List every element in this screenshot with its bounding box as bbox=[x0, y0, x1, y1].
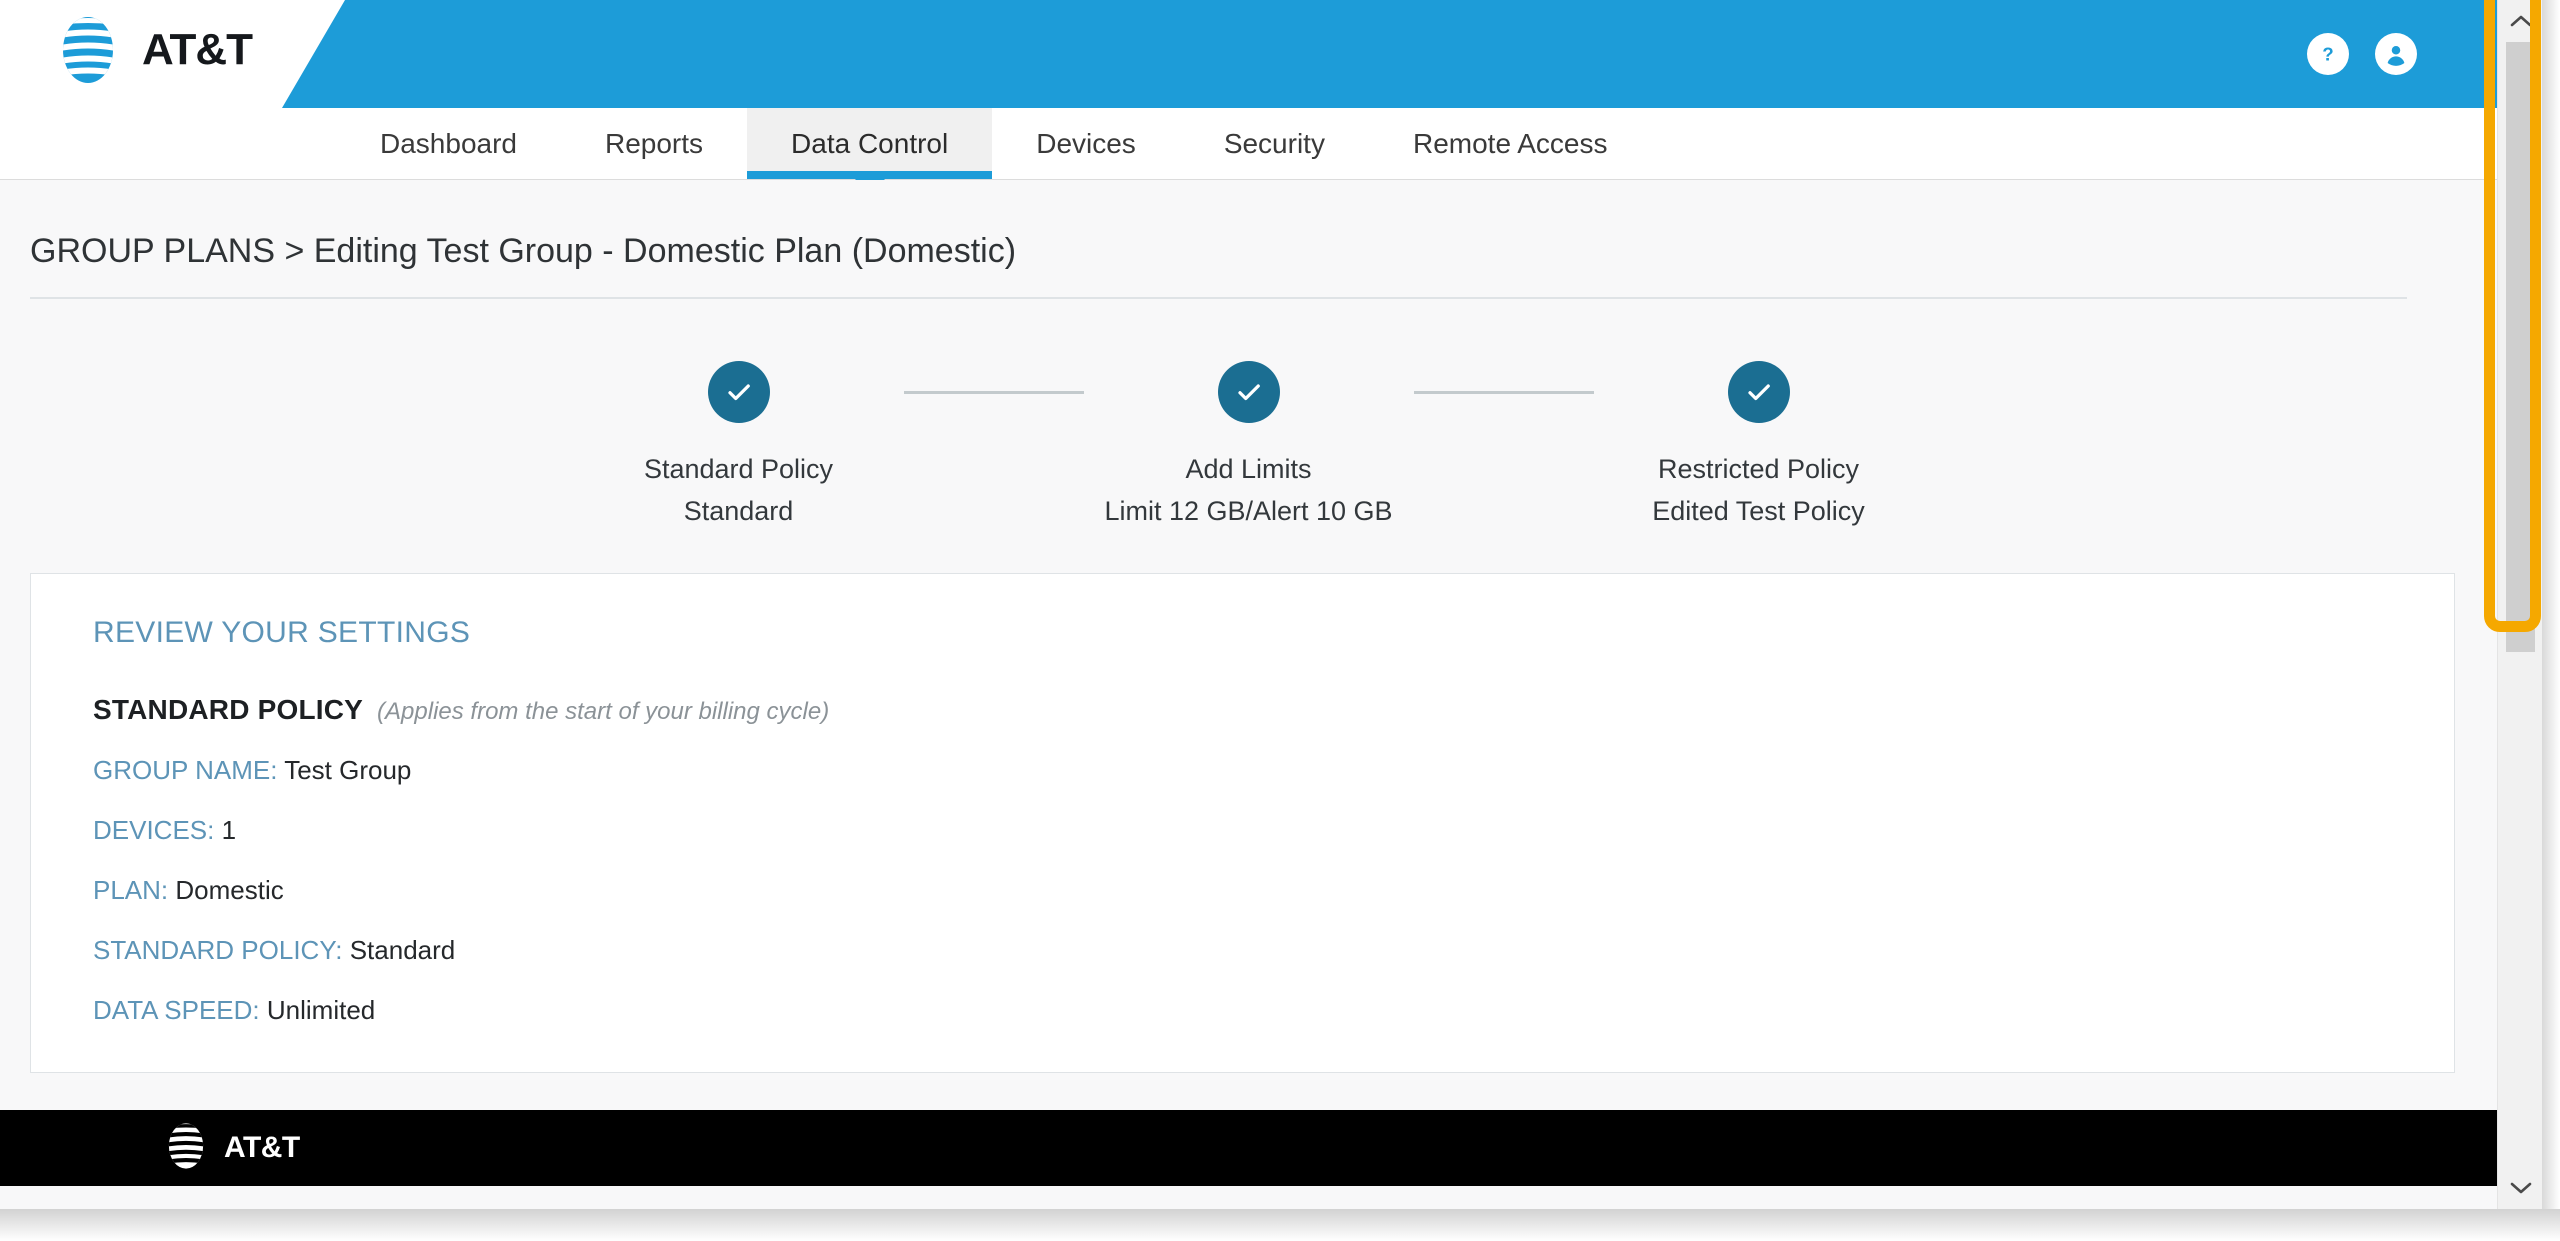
app-footer: AT&T bbox=[0, 1110, 2497, 1186]
app-header: AT&T ? bbox=[0, 0, 2497, 108]
policy-heading-label: STANDARD POLICY bbox=[93, 693, 364, 725]
att-logo[interactable]: AT&T bbox=[50, 12, 253, 88]
step-labels: Restricted Policy Edited Test Policy bbox=[1652, 449, 1865, 533]
step-subtitle: Standard bbox=[683, 495, 794, 526]
svg-text:?: ? bbox=[2322, 43, 2333, 64]
wizard-stepper: Standard Policy Standard Add Limits Limi… bbox=[0, 299, 2497, 563]
help-circle-icon[interactable]: ? bbox=[2307, 33, 2349, 75]
scrollbar-thumb[interactable] bbox=[2506, 42, 2535, 652]
check-icon[interactable] bbox=[1217, 361, 1280, 423]
review-settings-title: REVIEW YOUR SETTINGS bbox=[93, 615, 471, 649]
chevron-up-icon[interactable] bbox=[2498, 0, 2543, 42]
window-bottom-edge bbox=[0, 1209, 2560, 1241]
check-icon[interactable] bbox=[1727, 361, 1790, 423]
tab-reports[interactable]: Reports bbox=[561, 108, 747, 179]
main-navigation: Dashboard Reports Data Control Devices S… bbox=[0, 108, 2497, 195]
detail-row-data-speed: DATA SPEED: Unlimited bbox=[31, 966, 2454, 1026]
step-add-limits[interactable]: Add Limits Limit 12 GB/Alert 10 GB bbox=[1084, 361, 1414, 533]
step-labels: Standard Policy Standard bbox=[644, 449, 833, 533]
detail-key: DEVICES: bbox=[93, 814, 215, 845]
step-restricted-policy[interactable]: Restricted Policy Edited Test Policy bbox=[1594, 361, 1924, 533]
att-globe-icon bbox=[50, 12, 126, 88]
standard-policy-heading: STANDARD POLICY (Applies from the start … bbox=[31, 650, 2454, 726]
tab-label: Security bbox=[1223, 127, 1325, 159]
tab-remote-access[interactable]: Remote Access bbox=[1369, 108, 1652, 179]
chevron-down-icon[interactable] bbox=[2498, 1167, 2543, 1209]
step-title: Restricted Policy bbox=[1657, 454, 1860, 484]
step-title: Standard Policy bbox=[643, 454, 834, 484]
page-body: GROUP PLANS > Editing Test Group - Domes… bbox=[0, 180, 2497, 1209]
footer-att-logo: AT&T bbox=[160, 1120, 300, 1177]
detail-row-standard-policy: STANDARD POLICY: Standard bbox=[31, 906, 2454, 966]
step-subtitle: Edited Test Policy bbox=[1652, 495, 1865, 526]
header-blue-banner bbox=[282, 0, 2497, 108]
check-icon[interactable] bbox=[707, 361, 770, 423]
stepper-track: Standard Policy Standard Add Limits Limi… bbox=[574, 361, 1924, 533]
detail-row-plan: PLAN: Domestic bbox=[31, 846, 2454, 906]
detail-value: 1 bbox=[221, 814, 237, 845]
vertical-scrollbar[interactable] bbox=[2484, 0, 2543, 1209]
breadcrumb-area: GROUP PLANS > Editing Test Group - Domes… bbox=[0, 180, 2497, 299]
stepper-connector bbox=[1413, 361, 1594, 423]
user-account-icon[interactable] bbox=[2375, 33, 2417, 75]
detail-key: PLAN: bbox=[93, 874, 169, 905]
detail-value: Test Group bbox=[284, 754, 412, 785]
tab-dashboard[interactable]: Dashboard bbox=[336, 108, 561, 179]
tab-label: Reports bbox=[604, 127, 704, 159]
detail-value: Standard bbox=[349, 934, 456, 965]
step-standard-policy[interactable]: Standard Policy Standard bbox=[574, 361, 904, 533]
tab-label: Data Control bbox=[791, 127, 949, 159]
policy-heading-note: (Applies from the start of your billing … bbox=[377, 697, 830, 725]
detail-key: GROUP NAME: bbox=[93, 754, 278, 785]
detail-value: Unlimited bbox=[266, 994, 376, 1025]
detail-row-devices: DEVICES: 1 bbox=[31, 786, 2454, 846]
detail-row-group-name: GROUP NAME: Test Group bbox=[31, 726, 2454, 786]
tab-label: Remote Access bbox=[1412, 127, 1608, 159]
att-wordmark: AT&T bbox=[224, 1131, 300, 1164]
review-settings-card: REVIEW YOUR SETTINGS STANDARD POLICY (Ap… bbox=[30, 572, 2455, 1073]
tab-security[interactable]: Security bbox=[1180, 108, 1369, 179]
detail-value: Domestic bbox=[175, 874, 284, 905]
att-globe-icon bbox=[160, 1120, 212, 1177]
tab-label: Dashboard bbox=[380, 127, 517, 159]
stepper-connector bbox=[903, 361, 1084, 423]
tab-label: Devices bbox=[1036, 127, 1136, 159]
breadcrumb: GROUP PLANS > Editing Test Group - Domes… bbox=[30, 232, 2407, 299]
tab-devices[interactable]: Devices bbox=[992, 108, 1180, 179]
detail-key: DATA SPEED: bbox=[93, 994, 260, 1025]
step-labels: Add Limits Limit 12 GB/Alert 10 GB bbox=[1104, 449, 1392, 533]
window-right-edge bbox=[2542, 0, 2560, 1209]
header-icon-group: ? bbox=[2307, 33, 2417, 75]
step-subtitle: Limit 12 GB/Alert 10 GB bbox=[1104, 495, 1393, 526]
step-title: Add Limits bbox=[1185, 454, 1312, 484]
att-wordmark: AT&T bbox=[142, 25, 253, 74]
detail-key: STANDARD POLICY: bbox=[93, 934, 343, 965]
tab-data-control[interactable]: Data Control bbox=[747, 108, 993, 195]
page-viewport: AT&T ? Dashboard Reports Data Control De… bbox=[0, 0, 2497, 1209]
browser-window: AT&T ? Dashboard Reports Data Control De… bbox=[0, 0, 2560, 1241]
